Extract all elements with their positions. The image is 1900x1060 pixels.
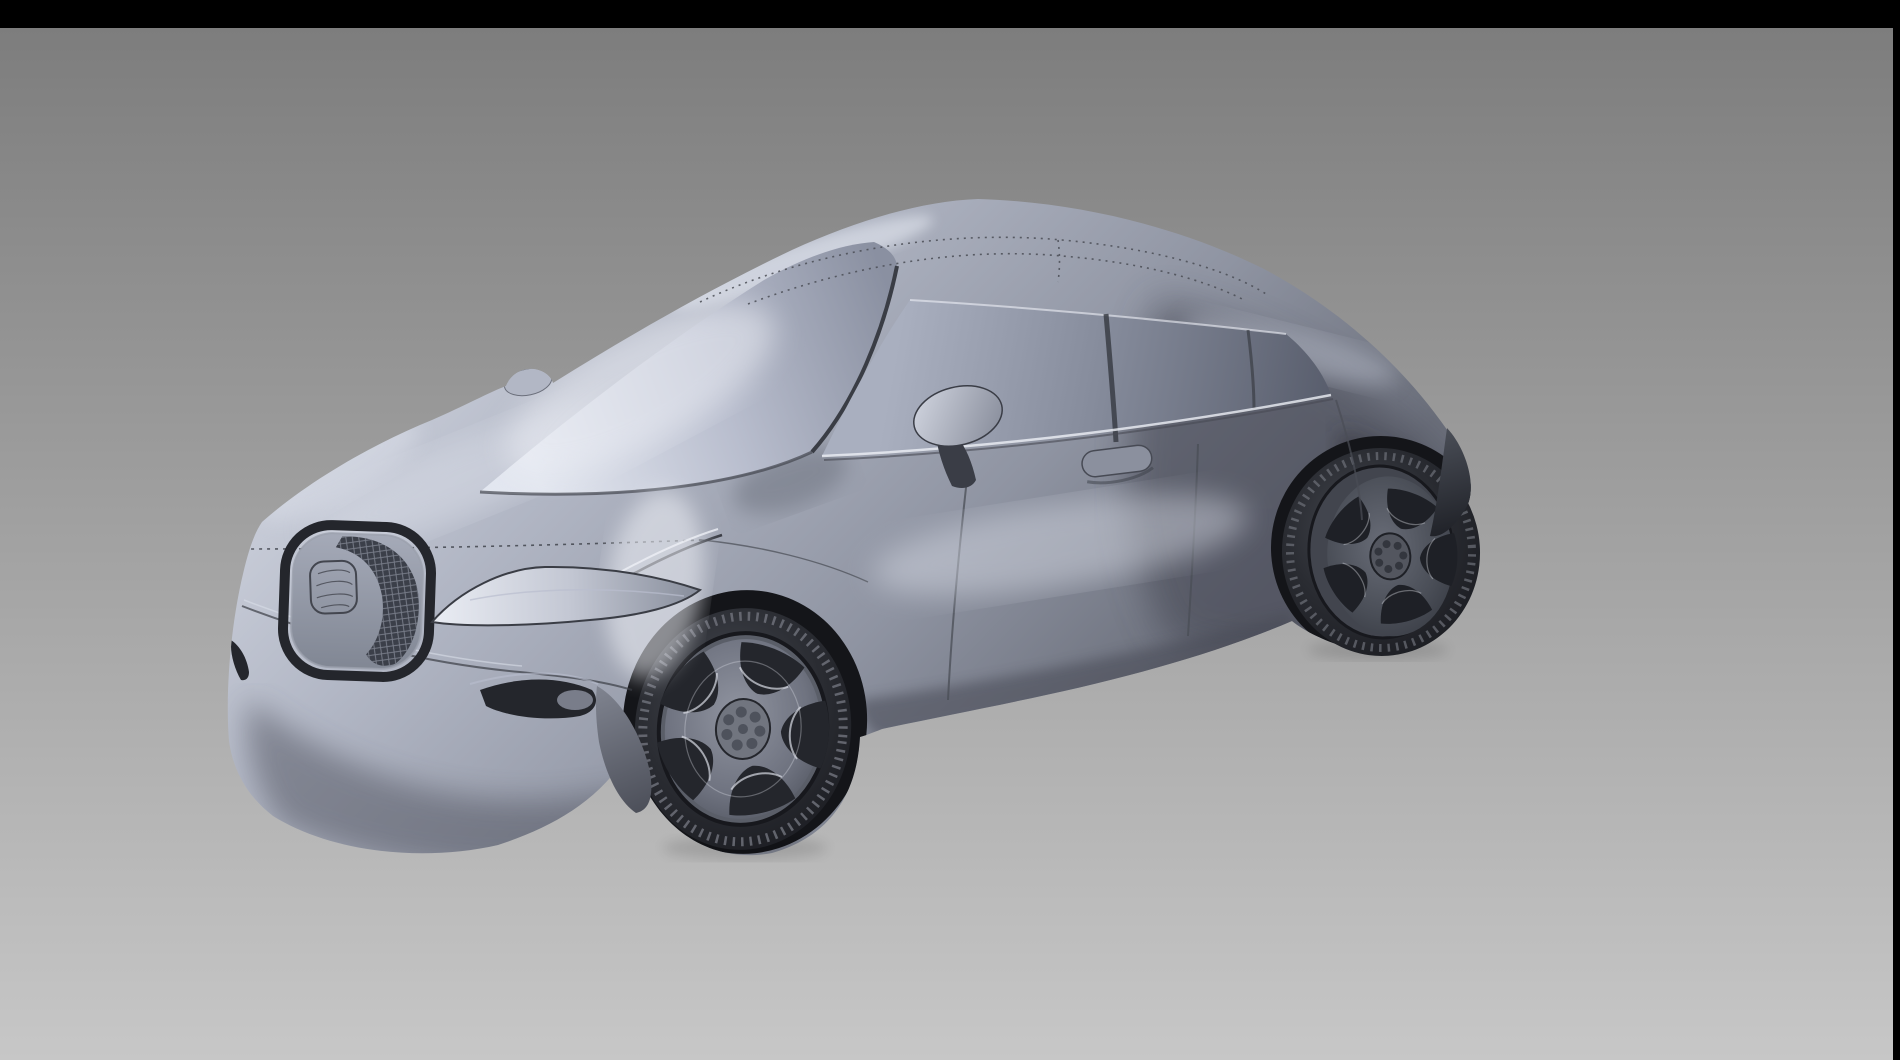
application-window: 3D CAD viewport: silver-gray SEAT concep… bbox=[0, 0, 1900, 1060]
grille bbox=[281, 524, 432, 679]
viewport-3d[interactable]: 3D CAD viewport: silver-gray SEAT concep… bbox=[0, 0, 1900, 1060]
intake-tongue bbox=[557, 690, 593, 710]
letterbox-top bbox=[0, 0, 1900, 28]
letterbox-right bbox=[1893, 0, 1900, 1060]
